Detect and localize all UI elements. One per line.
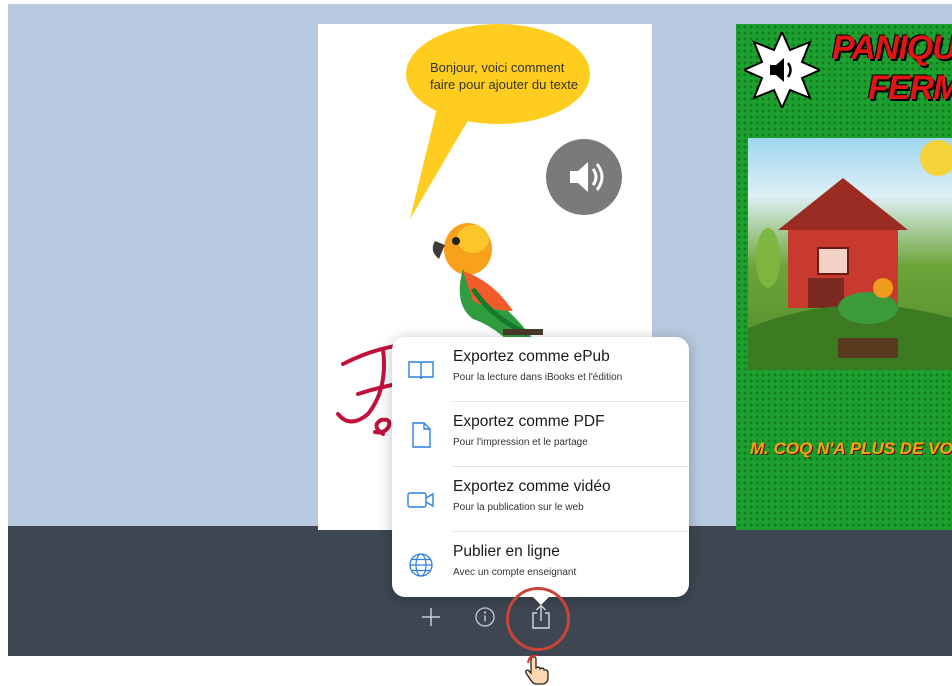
book-icon	[406, 355, 436, 385]
info-button[interactable]	[472, 604, 498, 630]
menu-item-subtitle: Pour la lecture dans iBooks et l'édition	[453, 372, 623, 383]
hand-cursor-icon	[525, 655, 549, 685]
speaker-burst-icon[interactable]	[744, 32, 820, 108]
menu-item-subtitle: Pour l'impression et le partage	[453, 437, 588, 448]
menu-item-subtitle: Avec un compte enseignant	[453, 567, 577, 578]
menu-item-title: Publier en ligne	[453, 543, 560, 560]
menu-item-title: Exportez comme ePub	[453, 348, 610, 365]
speech-bubble-text: Bonjour, voici comment faire pour ajoute…	[430, 60, 579, 92]
export-menu: Exportez comme ePub Pour la lecture dans…	[392, 337, 689, 597]
cover-title-line2: FERM	[868, 69, 952, 107]
info-icon	[475, 607, 495, 627]
highlight-circle	[506, 587, 570, 651]
cover-subtitle: M. COQ N'A PLUS DE VO	[750, 439, 952, 458]
cover-title-line1: PANIQU	[832, 29, 952, 67]
speaker-button[interactable]	[546, 139, 622, 215]
document-icon	[406, 420, 436, 450]
speaker-icon	[570, 162, 604, 192]
add-icon	[422, 608, 440, 626]
menu-item-subtitle: Pour la publication sur le web	[453, 502, 584, 513]
add-button[interactable]	[418, 604, 444, 630]
menu-item-title: Exportez comme PDF	[453, 413, 605, 430]
video-camera-icon	[406, 485, 436, 515]
menu-item-export-video[interactable]: Exportez comme vidéo Pour la publication…	[392, 467, 689, 532]
menu-item-title: Exportez comme vidéo	[453, 478, 611, 495]
globe-icon	[406, 550, 436, 580]
speech-bubble-tail	[410, 104, 473, 219]
cover-illustration	[748, 138, 952, 370]
menu-item-export-epub[interactable]: Exportez comme ePub Pour la lecture dans…	[392, 337, 689, 402]
book-page-cover[interactable]: PANIQU FERM M. COQ N'A PLUS DE VO	[736, 24, 952, 530]
menu-item-export-pdf[interactable]: Exportez comme PDF Pour l'impression et …	[392, 402, 689, 467]
